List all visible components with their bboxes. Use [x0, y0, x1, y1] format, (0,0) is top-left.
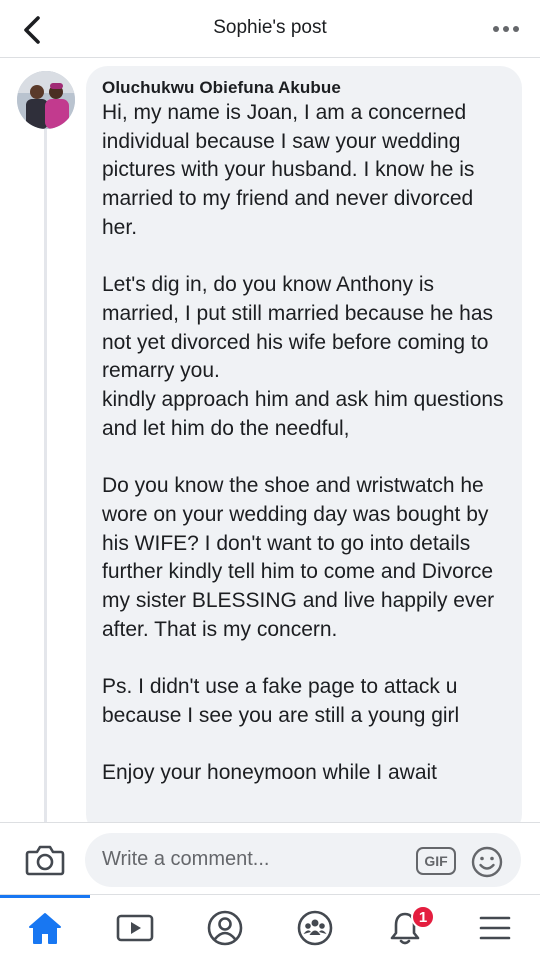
page-title: Sophie's post — [213, 17, 327, 38]
camera-button[interactable] — [22, 841, 68, 879]
nav-profile[interactable] — [180, 895, 270, 960]
nav-menu[interactable] — [450, 895, 540, 960]
nav-home[interactable] — [0, 895, 90, 960]
post-header: Sophie's post — [0, 0, 540, 58]
comment-input-placeholder: Write a comment... — [102, 848, 270, 870]
comment-bubble: Oluchukwu Obiefuna Akubue Hi, my name is… — [86, 66, 522, 836]
nav-groups[interactable] — [270, 895, 360, 960]
camera-icon — [25, 845, 65, 876]
nav-notifications[interactable]: 1 — [360, 895, 450, 960]
avatar-photo — [17, 71, 75, 129]
comment-composer: Write a comment... GIF — [0, 822, 540, 894]
thread-line — [44, 125, 47, 825]
groups-icon — [297, 910, 333, 946]
emoji-icon — [471, 846, 503, 878]
menu-icon — [479, 916, 511, 940]
comment-author[interactable]: Oluchukwu Obiefuna Akubue — [102, 78, 508, 98]
watch-icon — [116, 914, 154, 942]
nav-watch[interactable] — [90, 895, 180, 960]
notification-badge: 1 — [411, 905, 435, 929]
more-horizontal-icon — [493, 26, 519, 32]
home-icon — [29, 913, 61, 944]
emoji-button[interactable] — [470, 845, 504, 879]
more-options-button[interactable] — [486, 14, 526, 44]
profile-icon — [207, 910, 243, 946]
gif-button[interactable]: GIF — [416, 847, 456, 875]
nav-active-indicator — [0, 895, 90, 898]
bottom-nav: 1 — [0, 894, 540, 960]
comment-text: Hi, my name is Joan, I am a concerned in… — [102, 101, 504, 785]
avatar[interactable] — [17, 71, 75, 129]
